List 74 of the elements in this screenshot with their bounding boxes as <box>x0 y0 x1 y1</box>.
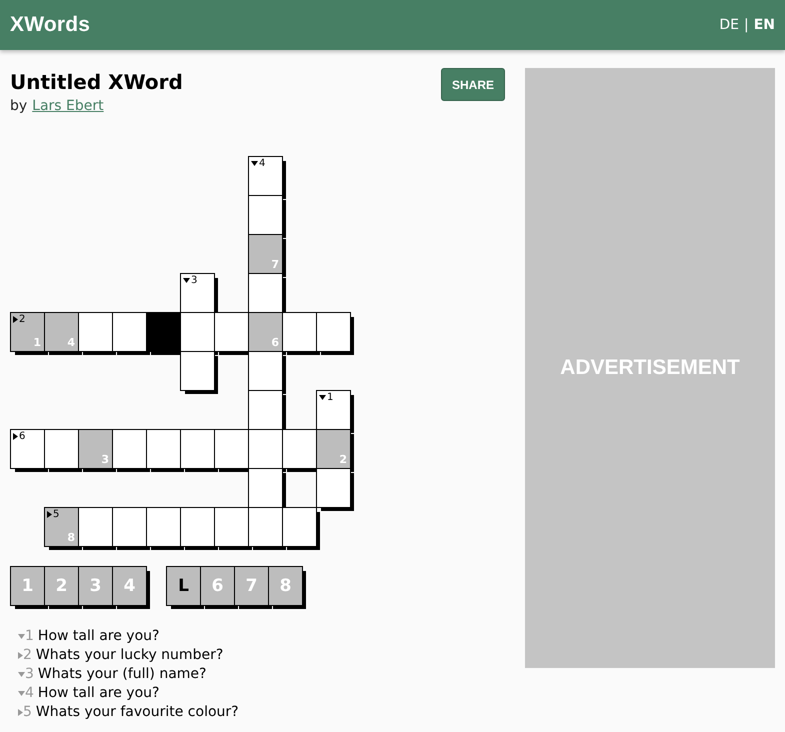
clue-text: How tall are you? <box>38 685 160 701</box>
crossword-cell[interactable] <box>248 507 283 547</box>
solution-cell: 2 <box>44 566 79 606</box>
crossword-cell[interactable]: 3 <box>180 273 215 313</box>
solution-index: 1 <box>33 336 41 349</box>
solution-index: 8 <box>67 531 75 544</box>
solution-index: 2 <box>339 453 347 466</box>
crossword-cell[interactable] <box>248 429 283 469</box>
crossword-cell[interactable] <box>282 429 317 469</box>
blocked-square <box>146 312 181 352</box>
crossword-cell[interactable] <box>316 468 351 508</box>
clue-number: 5 <box>53 509 60 520</box>
clue-text: Whats your (full) name? <box>38 666 206 682</box>
logo: XWords <box>10 13 90 37</box>
crossword-cell[interactable] <box>248 195 283 235</box>
crossword-cell[interactable] <box>44 429 79 469</box>
solution-cell: 6 <box>200 566 235 606</box>
clue-text: How tall are you? <box>38 628 160 644</box>
separator: | <box>744 17 749 33</box>
crossword-cell[interactable] <box>248 390 283 430</box>
crossword-cell[interactable] <box>180 429 215 469</box>
crossword-cell[interactable] <box>180 507 215 547</box>
crossword-cell[interactable]: 1 <box>316 390 351 430</box>
clue-number: 3 <box>191 275 198 286</box>
crossword-cell[interactable] <box>248 273 283 313</box>
crossword-cell[interactable] <box>78 312 113 352</box>
solution-index: 6 <box>271 336 279 349</box>
crossword-cell[interactable] <box>112 429 147 469</box>
crossword-cell[interactable]: 6 <box>10 429 45 469</box>
clue-number: 1 <box>327 392 334 403</box>
puzzle-title: Untitled XWord <box>10 70 183 94</box>
crossword-cell[interactable] <box>180 351 215 391</box>
language-link[interactable]: EN <box>754 17 775 33</box>
crossword-cell[interactable] <box>282 507 317 547</box>
crossword-cell[interactable] <box>282 312 317 352</box>
share-button[interactable]: SHARE <box>440 68 505 101</box>
clue-text: Whats your favourite colour? <box>36 704 239 720</box>
solution-cell: L <box>166 566 201 606</box>
crossword-cell[interactable] <box>146 507 181 547</box>
crossword-cell[interactable] <box>248 351 283 391</box>
solution-cell: 4 <box>112 566 147 606</box>
crossword-cell[interactable]: 2 1 <box>10 312 45 352</box>
clue-number[interactable]: 3 <box>18 666 34 682</box>
solution-cell: 3 <box>78 566 113 606</box>
crossword-cell[interactable] <box>146 429 181 469</box>
crossword-cell[interactable] <box>214 312 249 352</box>
crossword-cell[interactable] <box>214 429 249 469</box>
language-link[interactable]: DE <box>719 17 739 33</box>
solution-index: 4 <box>67 336 75 349</box>
crossword-cell[interactable] <box>112 312 147 352</box>
clue-text: Whats your lucky number? <box>36 647 224 663</box>
crossword-cell[interactable]: 5 8 <box>44 507 79 547</box>
crossword-cell[interactable] <box>180 312 215 352</box>
crossword-cell[interactable] <box>248 468 283 508</box>
solution-index: 3 <box>101 453 109 466</box>
crossword-cell[interactable] <box>78 507 113 547</box>
solution-cell: 1 <box>10 566 45 606</box>
author-link[interactable]: Lars Ebert <box>32 98 104 114</box>
clue-number[interactable]: 2 <box>18 647 32 663</box>
clue-number: 4 <box>259 158 266 169</box>
clue-number: 2 <box>19 314 26 325</box>
crossword-cell[interactable]: 4 <box>248 156 283 196</box>
solution-index: 7 <box>271 258 279 271</box>
clue-number[interactable]: 4 <box>18 685 34 701</box>
crossword-cell[interactable] <box>316 312 351 352</box>
ad-label: ADVERTISEMENT <box>560 356 740 380</box>
clue-number: 6 <box>19 431 26 442</box>
solution-cell: 8 <box>268 566 303 606</box>
clue-number[interactable]: 5 <box>18 704 32 720</box>
byline: by <box>10 98 28 114</box>
crossword-cell[interactable] <box>112 507 147 547</box>
crossword-cell[interactable] <box>214 507 249 547</box>
solution-cell: 7 <box>234 566 269 606</box>
clue-number[interactable]: 1 <box>18 628 34 644</box>
